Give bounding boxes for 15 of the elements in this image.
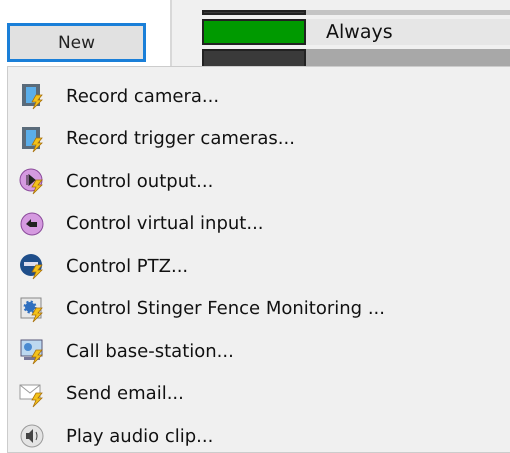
menu-item[interactable]: Control Stinger Fence Monitoring ...: [66, 298, 385, 320]
menu-item[interactable]: Send email...: [66, 383, 184, 404]
menu-item[interactable]: Control output...: [66, 170, 214, 192]
speaker-icon: [18, 422, 46, 450]
gear-bolt-icon: [18, 294, 46, 323]
monitor-bolt-icon: [18, 337, 46, 366]
menu-item[interactable]: Record camera...: [66, 86, 220, 107]
menu-item[interactable]: Call base-station...: [66, 340, 234, 362]
menu-item[interactable]: Control PTZ...: [66, 256, 188, 277]
menu-item[interactable]: Play audio clip...: [66, 426, 214, 447]
new-button[interactable]: New: [7, 23, 146, 62]
menu-item[interactable]: Control virtual input...: [66, 213, 264, 234]
menu-item[interactable]: Record trigger cameras...: [66, 128, 295, 150]
play-bolt-icon: [18, 167, 46, 196]
schedule-cell: Always: [306, 19, 510, 45]
